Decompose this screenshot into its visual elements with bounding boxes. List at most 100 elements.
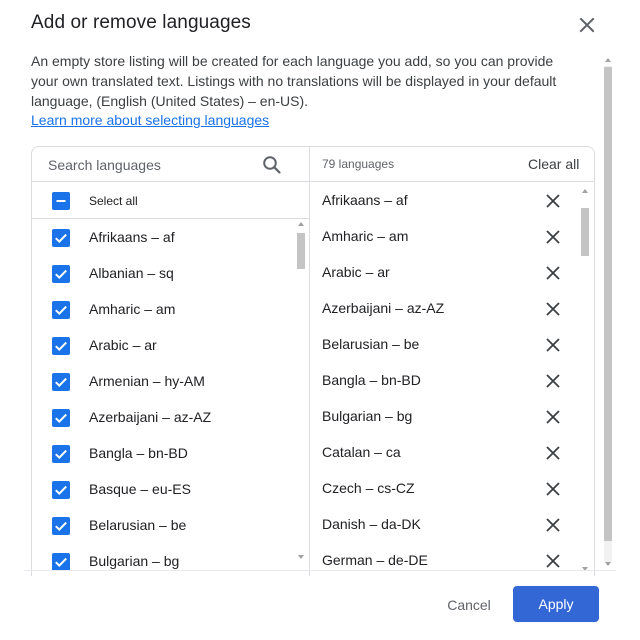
search-bar: [32, 147, 309, 182]
selected-count: 79 languages: [322, 157, 395, 171]
checkmark-icon: [55, 377, 67, 388]
selected-language-item: German – de-DE: [310, 543, 584, 576]
dialog-title: Add or remove languages: [31, 12, 251, 33]
language-option[interactable]: Albanian – sq: [32, 256, 297, 292]
indeterminate-icon: [56, 200, 66, 202]
language-option-label: Albanian – sq: [89, 265, 174, 281]
intro-text: An empty store listing will be created f…: [31, 53, 557, 109]
scrollbar-thumb[interactable]: [604, 67, 612, 541]
cancel-button[interactable]: Cancel: [430, 588, 508, 622]
remove-icon[interactable]: [544, 408, 562, 426]
language-option-label: Bulgarian – bg: [89, 553, 180, 569]
language-option[interactable]: Bulgarian – bg: [32, 544, 297, 576]
language-checkbox[interactable]: [52, 373, 70, 391]
language-checkbox[interactable]: [52, 481, 70, 499]
select-all-label: Select all: [89, 194, 138, 208]
language-option-label: Azerbaijani – az-AZ: [89, 409, 212, 425]
language-option-label: Arabic – ar: [89, 337, 157, 353]
selected-language-item: Amharic – am: [310, 219, 584, 255]
close-button[interactable]: [574, 12, 600, 38]
checkmark-icon: [55, 341, 67, 352]
remove-icon[interactable]: [544, 444, 562, 462]
selected-language-label: Afrikaans – af: [322, 192, 408, 208]
language-checkbox[interactable]: [52, 229, 70, 247]
selected-language-label: Czech – cs-CZ: [322, 480, 415, 496]
language-picker: Select all Afrikaans – af Albanian – sq …: [31, 146, 595, 576]
selected-language-label: Arabic – ar: [322, 264, 390, 280]
selected-language-label: Amharic – am: [322, 228, 409, 244]
scroll-up-arrow-icon[interactable]: [298, 222, 304, 226]
language-option[interactable]: Azerbaijani – az-AZ: [32, 400, 297, 436]
checkmark-icon: [55, 485, 67, 496]
selected-language-label: Danish – da-DK: [322, 516, 421, 532]
selected-language-label: Bangla – bn-BD: [322, 372, 421, 388]
remove-icon[interactable]: [544, 192, 562, 210]
language-option[interactable]: Bangla – bn-BD: [32, 436, 297, 472]
selected-language-label: German – de-DE: [322, 552, 428, 568]
add-remove-languages-dialog: Add or remove languages An empty store l…: [0, 0, 640, 640]
available-language-list: Afrikaans – af Albanian – sq Amharic – a…: [32, 220, 309, 576]
language-option[interactable]: Belarusian – be: [32, 508, 297, 544]
remove-icon[interactable]: [544, 228, 562, 246]
language-option[interactable]: Amharic – am: [32, 292, 297, 328]
checkmark-icon: [55, 521, 67, 532]
selected-language-item: Danish – da-DK: [310, 507, 584, 543]
language-option[interactable]: Basque – eu-ES: [32, 472, 297, 508]
checkmark-icon: [55, 557, 67, 568]
selected-language-label: Bulgarian – bg: [322, 408, 413, 424]
remove-icon[interactable]: [544, 372, 562, 390]
close-icon: [579, 17, 595, 33]
selected-language-item: Azerbaijani – az-AZ: [310, 291, 584, 327]
language-option-label: Amharic – am: [89, 301, 176, 317]
scroll-up-arrow-icon[interactable]: [605, 58, 611, 62]
remove-icon[interactable]: [544, 300, 562, 318]
remove-icon[interactable]: [544, 264, 562, 282]
scroll-down-arrow-icon[interactable]: [298, 555, 304, 559]
language-checkbox[interactable]: [52, 301, 70, 319]
checkmark-icon: [55, 269, 67, 280]
dialog-scrollbar[interactable]: [603, 58, 613, 570]
select-all-checkbox[interactable]: [52, 192, 70, 210]
scroll-up-arrow-icon[interactable]: [582, 189, 588, 193]
remove-icon[interactable]: [544, 552, 562, 570]
language-checkbox[interactable]: [52, 445, 70, 463]
clear-all-button[interactable]: Clear all: [528, 156, 579, 172]
language-option-label: Armenian – hy-AM: [89, 373, 205, 389]
remove-icon[interactable]: [544, 480, 562, 498]
search-icon[interactable]: [262, 155, 282, 175]
scrollbar-thumb[interactable]: [581, 208, 589, 256]
selected-language-item: Catalan – ca: [310, 435, 584, 471]
selected-language-item: Belarusian – be: [310, 327, 584, 363]
language-option-label: Afrikaans – af: [89, 229, 175, 245]
selected-language-item: Afrikaans – af: [310, 183, 584, 219]
remove-icon[interactable]: [544, 516, 562, 534]
language-checkbox[interactable]: [52, 409, 70, 427]
checkmark-icon: [55, 233, 67, 244]
apply-button[interactable]: Apply: [513, 586, 599, 622]
language-option[interactable]: Afrikaans – af: [32, 220, 297, 256]
language-checkbox[interactable]: [52, 553, 70, 571]
language-option[interactable]: Arabic – ar: [32, 328, 297, 364]
language-option-label: Bangla – bn-BD: [89, 445, 188, 461]
checkmark-icon: [55, 305, 67, 316]
footer-divider: [24, 570, 616, 571]
selected-language-item: Bulgarian – bg: [310, 399, 584, 435]
search-input[interactable]: [48, 152, 258, 178]
selected-language-label: Belarusian – be: [322, 336, 420, 352]
selected-language-item: Czech – cs-CZ: [310, 471, 584, 507]
available-list-scrollbar[interactable]: [296, 220, 306, 576]
language-checkbox[interactable]: [52, 517, 70, 535]
remove-icon[interactable]: [544, 336, 562, 354]
selected-list-scrollbar[interactable]: [580, 183, 590, 576]
scrollbar-thumb[interactable]: [297, 233, 305, 269]
checkmark-icon: [55, 413, 67, 424]
learn-more-link[interactable]: Learn more about selecting languages: [31, 110, 269, 130]
language-option-label: Belarusian – be: [89, 517, 187, 533]
select-all-row[interactable]: Select all: [32, 183, 309, 219]
scroll-down-arrow-icon[interactable]: [605, 562, 611, 566]
selected-language-item: Arabic – ar: [310, 255, 584, 291]
language-option[interactable]: Armenian – hy-AM: [32, 364, 297, 400]
language-checkbox[interactable]: [52, 337, 70, 355]
language-checkbox[interactable]: [52, 265, 70, 283]
language-option-label: Basque – eu-ES: [89, 481, 191, 497]
